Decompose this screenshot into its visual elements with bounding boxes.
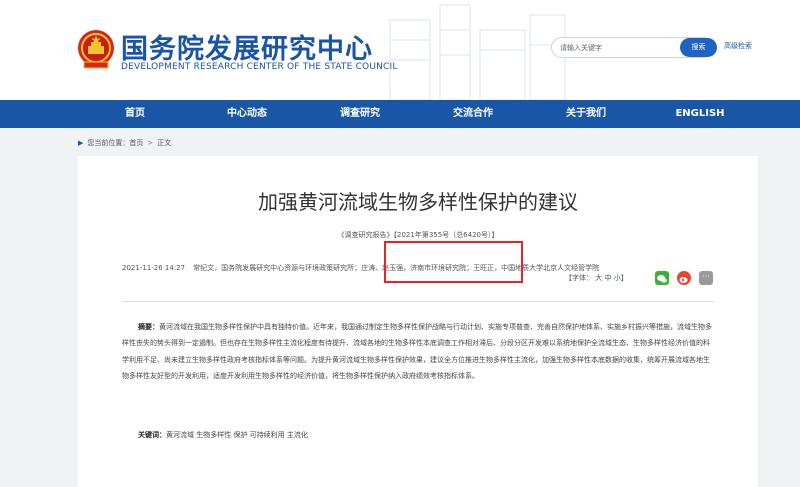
breadcrumb-separator-icon: > <box>147 139 154 147</box>
keywords-text: 黄河流域 生物多样性 保护 可持续利用 主流化 <box>166 431 308 439</box>
breadcrumb-home[interactable]: 首页 <box>129 139 143 147</box>
nav-item-english[interactable]: ENGLISH <box>660 100 740 128</box>
nav-item-about[interactable]: 关于我们 <box>546 100 626 128</box>
search-button[interactable]: 搜索 <box>680 38 717 57</box>
building-skyline-decoration <box>389 4 566 100</box>
font-size-large[interactable]: 大 <box>595 274 602 282</box>
more-share-icon[interactable]: ··· <box>699 271 713 285</box>
national-emblem-icon <box>78 30 114 69</box>
breadcrumb-arrow-icon: ▶ <box>78 139 84 147</box>
breadcrumb-label: 您当前位置： <box>87 139 130 147</box>
nav-item-exchange[interactable]: 交流合作 <box>433 100 513 128</box>
article-meta: 2021-11-26 14:27 常纪文，国务院发展研究中心资源与环境政策研究所；… <box>122 263 599 273</box>
site-header: 国务院发展研究中心 DEVELOPMENT RESEARCH CENTER OF… <box>0 0 800 100</box>
font-size-medium[interactable]: 中 <box>604 274 611 282</box>
article-abstract: 摘要：黄河流域在我国生物多样性保护中具有独特价值。近年来，我国通过制定生物多样性… <box>122 319 714 384</box>
highlight-annotation-box <box>384 241 523 283</box>
keywords-label: 关键词： <box>138 431 166 439</box>
article-date: 2021-11-26 14:27 <box>122 264 186 272</box>
site-title[interactable]: 国务院发展研究中心 <box>121 27 373 66</box>
font-size-label: 【字体： <box>565 274 593 282</box>
article-card: 加强黄河流域生物多样性保护的建议 《调查研究报告》【2021年第355号（总64… <box>78 156 758 487</box>
nav-item-home[interactable]: 首页 <box>95 100 175 128</box>
divider <box>122 301 714 302</box>
abstract-label: 摘要： <box>138 323 159 331</box>
site-subtitle: DEVELOPMENT RESEARCH CENTER OF THE STATE… <box>121 62 398 72</box>
search-input[interactable] <box>560 41 670 55</box>
font-size-small[interactable]: 小 <box>614 274 621 282</box>
nav-item-news[interactable]: 中心动态 <box>207 100 287 128</box>
breadcrumb: ▶ 您当前位置：首页 > 正文 <box>78 138 171 148</box>
advanced-search-link[interactable]: 高级检索 <box>724 41 752 51</box>
breadcrumb-current: 正文 <box>157 139 172 147</box>
article-title: 加强黄河流域生物多样性保护的建议 <box>258 190 578 214</box>
weibo-share-icon[interactable] <box>677 271 691 285</box>
article-keywords: 关键词：黄河流域 生物多样性 保护 可持续利用 主流化 <box>138 430 308 440</box>
article-source: 《调查研究报告》【2021年第355号（总6420号）】 <box>337 231 499 239</box>
abstract-text: 黄河流域在我国生物多样性保护中具有独特价值。近年来，我国通过制定生物多样性保护战… <box>122 323 712 380</box>
nav-item-research[interactable]: 调查研究 <box>320 100 400 128</box>
font-size-end: 】 <box>620 274 628 282</box>
font-size-control: 【字体： 大 中 小】 <box>565 273 628 283</box>
wechat-share-icon[interactable] <box>655 271 669 285</box>
main-nav: 首页 中心动态 调查研究 交流合作 关于我们 ENGLISH <box>0 100 800 128</box>
